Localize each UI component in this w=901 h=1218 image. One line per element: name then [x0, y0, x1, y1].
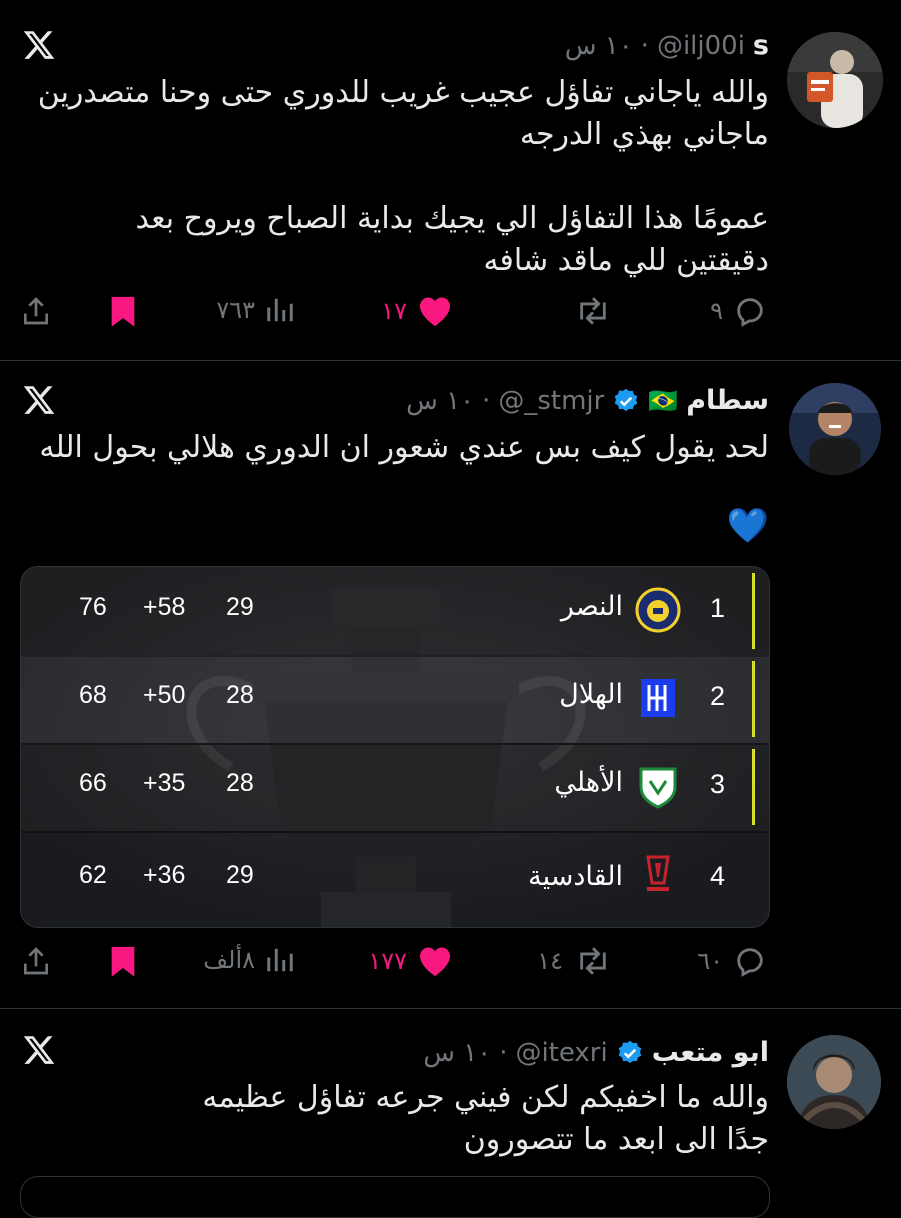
position: 4: [709, 861, 725, 891]
author-handle[interactable]: @itexri: [515, 1038, 607, 1068]
reply-count: ٩: [710, 297, 723, 325]
points: 68: [79, 681, 107, 709]
x-logo-icon[interactable]: [22, 1033, 56, 1067]
position: 1: [709, 593, 725, 623]
author-name[interactable]: s: [753, 30, 769, 61]
highlight-bar: [752, 573, 755, 649]
heart-icon: [420, 297, 450, 326]
timestamp[interactable]: ·: [641, 31, 649, 61]
tweet-text: والله ياجاني تفاؤل عجيب غريب للدوري حتى …: [37, 75, 769, 278]
table-row: 3 الأهلي 28 +35 66: [21, 743, 769, 833]
timestamp[interactable]: ·: [482, 386, 490, 416]
views-count: ٧٦٣: [216, 296, 255, 324]
al-nassr-logo-icon: [635, 587, 681, 633]
bookmark-icon: [111, 296, 135, 327]
heart-icon: [420, 947, 450, 976]
like-button[interactable]: ١٧: [381, 294, 453, 328]
goal-difference: +36: [143, 861, 186, 889]
tweet-time[interactable]: ١٠ س: [565, 31, 633, 61]
al-qadsiah-logo-icon: [646, 855, 670, 891]
timestamp[interactable]: ·: [499, 1038, 507, 1068]
share-icon: [24, 297, 48, 325]
bookmark-button[interactable]: [108, 944, 138, 978]
tweet-text: والله ما اخفيكم لكن فيني جرعه تفاؤل عظيم…: [202, 1080, 769, 1157]
repost-button[interactable]: ١٤: [537, 944, 613, 978]
points: 62: [79, 861, 107, 889]
goal-difference: +35: [143, 769, 186, 797]
views-icon: [267, 298, 293, 322]
reply-count: ٦٠: [697, 947, 723, 975]
played: 28: [226, 769, 254, 797]
like-count: ١٧: [381, 297, 407, 325]
repost-button[interactable]: [573, 294, 613, 328]
bookmark-icon: [111, 946, 135, 977]
repost-icon: [580, 947, 606, 975]
points: 66: [79, 769, 107, 797]
tweet-time[interactable]: ١٠ س: [423, 1038, 491, 1068]
verified-badge-icon: [615, 388, 638, 411]
goal-difference: +50: [143, 681, 186, 709]
reply-icon: [737, 948, 763, 977]
author-name[interactable]: سطام: [686, 385, 769, 416]
media-card[interactable]: [20, 1176, 770, 1218]
brazil-flag-icon: 🇧🇷: [648, 386, 679, 415]
league-table-image[interactable]: 1 النصر 29 +58 76 2 الهلال 28 +50 68 3 ا…: [20, 566, 770, 928]
like-count: ١٧٧: [368, 947, 407, 975]
position: 2: [709, 681, 725, 711]
reply-button[interactable]: ٦٠: [697, 944, 767, 978]
avatar[interactable]: [789, 383, 881, 475]
share-button[interactable]: [20, 294, 52, 328]
table-row: 1 النصر 29 +58 76: [21, 567, 769, 657]
share-icon: [24, 947, 48, 975]
tweet-2-actions: ٦٠ ١٤ ١٧٧ ٨ألف: [0, 944, 901, 984]
views-icon: [267, 948, 293, 972]
tweet-text: لحد يقول كيف بس عندي شعور ان الدوري هلال…: [39, 430, 769, 465]
reply-icon: [737, 298, 763, 327]
team-name: الأهلي: [554, 767, 623, 798]
share-button[interactable]: [20, 944, 52, 978]
author-handle[interactable]: @_stmjr: [498, 386, 604, 416]
repost-count: ١٤: [537, 947, 563, 975]
tweet-3[interactable]: ابو متعب @itexri · ١٠ س والله ما اخفيكم …: [0, 1009, 901, 1200]
author-name[interactable]: ابو متعب: [652, 1037, 769, 1068]
table-row: 2 الهلال 28 +50 68: [21, 655, 769, 745]
al-ahli-logo-icon: [639, 767, 677, 809]
highlight-bar: [752, 749, 755, 825]
reply-button[interactable]: ٩: [710, 294, 767, 328]
views-button[interactable]: ٨ألف: [203, 944, 295, 976]
al-hilal-logo-icon: [641, 679, 675, 717]
played: 29: [226, 593, 254, 621]
views-count: ٨ألف: [203, 946, 255, 974]
tweet-time[interactable]: ١٠ س: [406, 386, 474, 416]
verified-badge-icon: [618, 1040, 642, 1063]
blue-heart-emoji: 💙: [726, 506, 769, 546]
like-button[interactable]: ١٧٧: [368, 944, 453, 978]
highlight-bar: [752, 661, 755, 737]
views-button[interactable]: ٧٦٣: [216, 294, 295, 326]
x-logo-icon[interactable]: [22, 28, 56, 62]
author-handle[interactable]: @ilj00i: [657, 31, 745, 61]
bookmark-button[interactable]: [108, 294, 138, 328]
repost-icon: [580, 297, 606, 325]
played: 28: [226, 681, 254, 709]
team-name: القادسية: [528, 861, 623, 892]
goal-difference: +58: [143, 593, 186, 621]
tweet-1[interactable]: s @ilj00i · ١٠ س والله ياجاني تفاؤل عجيب…: [0, 0, 901, 360]
played: 29: [226, 861, 254, 889]
team-name: النصر: [560, 591, 623, 622]
x-logo-icon[interactable]: [22, 383, 56, 417]
team-name: الهلال: [559, 679, 623, 710]
points: 76: [79, 593, 107, 621]
table-row: 4 القادسية 29 +36 62: [21, 831, 769, 927]
avatar[interactable]: [787, 1035, 881, 1129]
position: 3: [709, 769, 725, 799]
avatar[interactable]: [787, 32, 883, 128]
